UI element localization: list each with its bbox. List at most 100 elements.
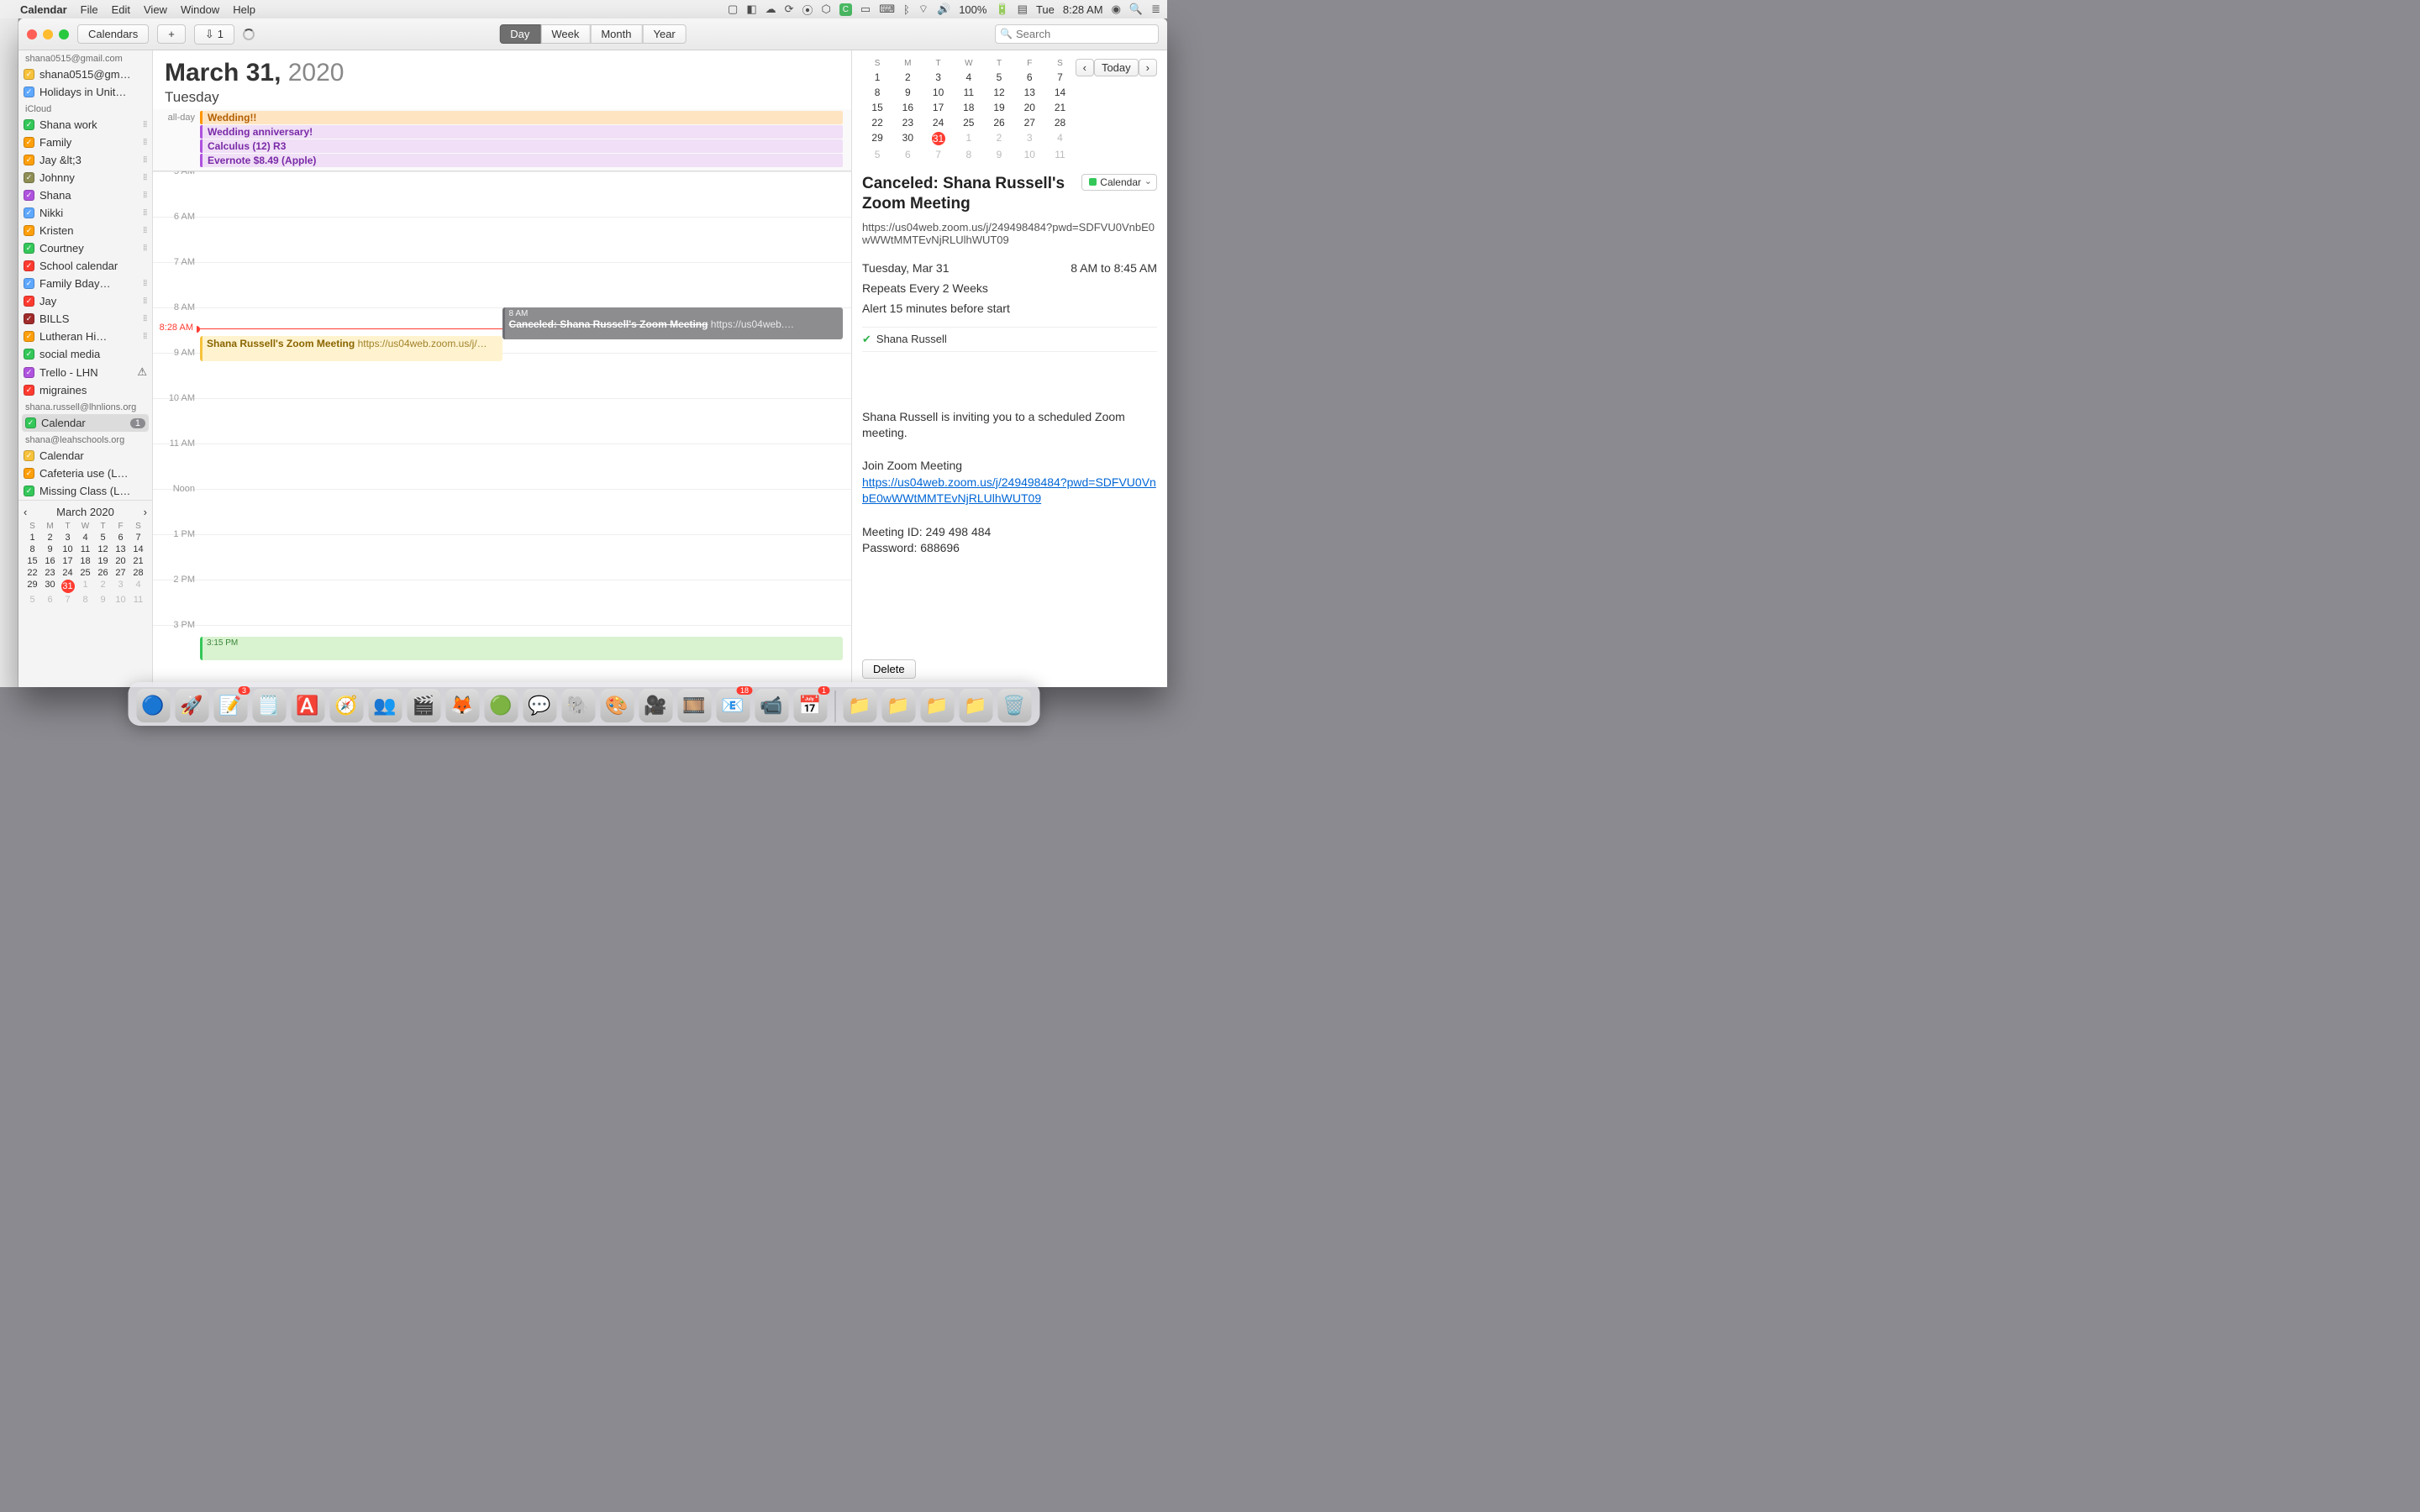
mini-cal-day[interactable]: 28 (129, 568, 147, 578)
dock-item-folder3[interactable]: 📁 (920, 689, 954, 722)
delete-button[interactable]: Delete (862, 659, 916, 679)
calendar-checkbox[interactable] (24, 296, 34, 307)
facetime-icon[interactable]: ▢ (728, 3, 738, 16)
sidebar-calendar-item[interactable]: Johnny⦙⦙ (18, 169, 152, 186)
mini-cal-day[interactable]: 21 (129, 556, 147, 566)
view-day-tab[interactable]: Day (499, 24, 540, 44)
insp-cal-day[interactable]: 7 (1044, 71, 1075, 83)
insp-cal-day[interactable]: 17 (923, 102, 953, 113)
dock-app-notes[interactable]: 🗒️ (252, 689, 286, 722)
dock-app-reminders[interactable]: 📝3 (213, 689, 247, 722)
calendar-checkbox[interactable] (24, 278, 34, 289)
event-join-link[interactable]: https://us04web.zoom.us/j/249498484?pwd=… (862, 475, 1156, 506)
dock-item-folder4[interactable]: 📁 (959, 689, 992, 722)
sidebar-calendar-item[interactable]: Courtney⦙⦙ (18, 239, 152, 257)
insp-cal-day[interactable]: 4 (954, 71, 984, 83)
notification-center-icon[interactable]: ≣ (1151, 3, 1160, 16)
mini-cal-day[interactable]: 10 (112, 595, 129, 605)
insp-cal-day[interactable]: 9 (984, 149, 1014, 160)
menu-window[interactable]: Window (181, 3, 219, 16)
insp-cal-day[interactable]: 19 (984, 102, 1014, 113)
clock-time[interactable]: 8:28 AM (1063, 3, 1103, 16)
timed-event[interactable]: Shana Russell's Zoom Meeting https://us0… (200, 336, 502, 361)
camera-icon[interactable]: ◧ (746, 3, 756, 16)
sidebar-calendar-item[interactable]: Nikki⦙⦙ (18, 204, 152, 222)
mini-cal-day[interactable]: 5 (24, 595, 41, 605)
hour-slot[interactable] (200, 399, 851, 444)
wifi-icon[interactable]: ⌔ (918, 3, 929, 16)
search-field[interactable] (995, 24, 1159, 44)
calendar-checkbox[interactable] (24, 486, 34, 496)
calendar-checkbox[interactable] (24, 468, 34, 479)
sidebar-calendar-item[interactable]: Holidays in Unit… (18, 83, 152, 101)
dock-item-folder2[interactable]: 📁 (881, 689, 915, 722)
insp-cal-day[interactable]: 9 (892, 87, 923, 98)
insp-cal-day[interactable]: 1 (862, 71, 892, 83)
date-icon[interactable]: ▤ (1018, 3, 1028, 16)
mini-cal-day[interactable]: 14 (129, 544, 147, 554)
mini-cal-day[interactable]: 9 (41, 544, 59, 554)
minimize-button[interactable] (43, 29, 53, 39)
insp-cal-day[interactable]: 8 (954, 149, 984, 160)
dock-app-finder[interactable]: 🔵 (136, 689, 170, 722)
calendar-checkbox[interactable] (24, 313, 34, 324)
calendars-button[interactable]: Calendars (77, 24, 149, 44)
mini-cal-day[interactable]: 11 (76, 544, 94, 554)
insp-cal-day[interactable]: 15 (862, 102, 892, 113)
insp-cal-day[interactable]: 11 (954, 87, 984, 98)
mini-cal-day[interactable]: 11 (129, 595, 147, 605)
mini-cal-day[interactable]: 10 (59, 544, 76, 554)
all-day-event[interactable]: Calculus (12) R3 (200, 139, 843, 153)
all-day-event[interactable]: Wedding anniversary! (200, 125, 843, 139)
insp-cal-day[interactable]: 6 (892, 149, 923, 160)
dock-app-appstore[interactable]: 🅰️ (291, 689, 324, 722)
menu-view[interactable]: View (144, 3, 167, 16)
mini-cal-day[interactable]: 20 (112, 556, 129, 566)
airplay-icon[interactable]: ▭ (860, 3, 871, 16)
calendar-checkbox[interactable] (24, 260, 34, 271)
insp-cal-day[interactable]: 31 (923, 132, 953, 145)
insp-cal-day[interactable]: 14 (1044, 87, 1075, 98)
mini-cal-day[interactable]: 2 (41, 533, 59, 543)
mini-cal-day[interactable]: 18 (76, 556, 94, 566)
mini-cal-day[interactable]: 3 (112, 580, 129, 593)
menu-edit[interactable]: Edit (112, 3, 130, 16)
calendar-checkbox[interactable] (24, 367, 34, 378)
dock-app-evernote[interactable]: 🐘 (561, 689, 595, 722)
mini-cal-day[interactable]: 29 (24, 580, 41, 593)
mini-cal-day[interactable]: 19 (94, 556, 112, 566)
insp-cal-day[interactable]: 5 (984, 71, 1014, 83)
dock-app-video[interactable]: 🎞️ (677, 689, 711, 722)
dock-app-chrome[interactable]: 🟢 (484, 689, 518, 722)
calendar-checkbox[interactable] (24, 243, 34, 254)
mini-cal-day[interactable]: 1 (76, 580, 94, 593)
event-title[interactable]: Canceled: Shana Russell's Zoom Meeting (862, 174, 1075, 214)
mini-cal-day[interactable]: 17 (59, 556, 76, 566)
mini-cal-day[interactable]: 31 (59, 580, 76, 593)
mini-cal-next-button[interactable]: › (144, 506, 147, 518)
calendar-checkbox[interactable] (24, 155, 34, 165)
insp-cal-day[interactable]: 29 (862, 132, 892, 145)
dock-app-firefox[interactable]: 🦊 (445, 689, 479, 722)
insp-cal-day[interactable]: 21 (1044, 102, 1075, 113)
insp-cal-day[interactable]: 3 (923, 71, 953, 83)
insp-cal-day[interactable]: 18 (954, 102, 984, 113)
mini-cal-day[interactable]: 7 (129, 533, 147, 543)
mini-cal-day[interactable]: 9 (94, 595, 112, 605)
siri-icon[interactable]: ◉ (1112, 3, 1121, 16)
insp-cal-day[interactable]: 7 (923, 149, 953, 160)
mini-cal-day[interactable]: 3 (59, 533, 76, 543)
dock-app-zoom2[interactable]: 📹 (755, 689, 788, 722)
mini-cal-day[interactable]: 24 (59, 568, 76, 578)
mini-cal-prev-button[interactable]: ‹ (24, 506, 27, 518)
hour-slot[interactable] (200, 444, 851, 489)
zoom-button[interactable] (59, 29, 69, 39)
mini-cal-day[interactable]: 30 (41, 580, 59, 593)
event-calendar-picker[interactable]: Calendar (1081, 174, 1157, 191)
sidebar-calendar-item[interactable]: BILLS⦙⦙ (18, 310, 152, 328)
insp-cal-day[interactable]: 12 (984, 87, 1014, 98)
insp-cal-day[interactable]: 2 (892, 71, 923, 83)
calendar-checkbox[interactable] (25, 417, 36, 428)
sidebar-calendar-item[interactable]: Missing Class (L… (18, 482, 152, 500)
close-button[interactable] (27, 29, 37, 39)
